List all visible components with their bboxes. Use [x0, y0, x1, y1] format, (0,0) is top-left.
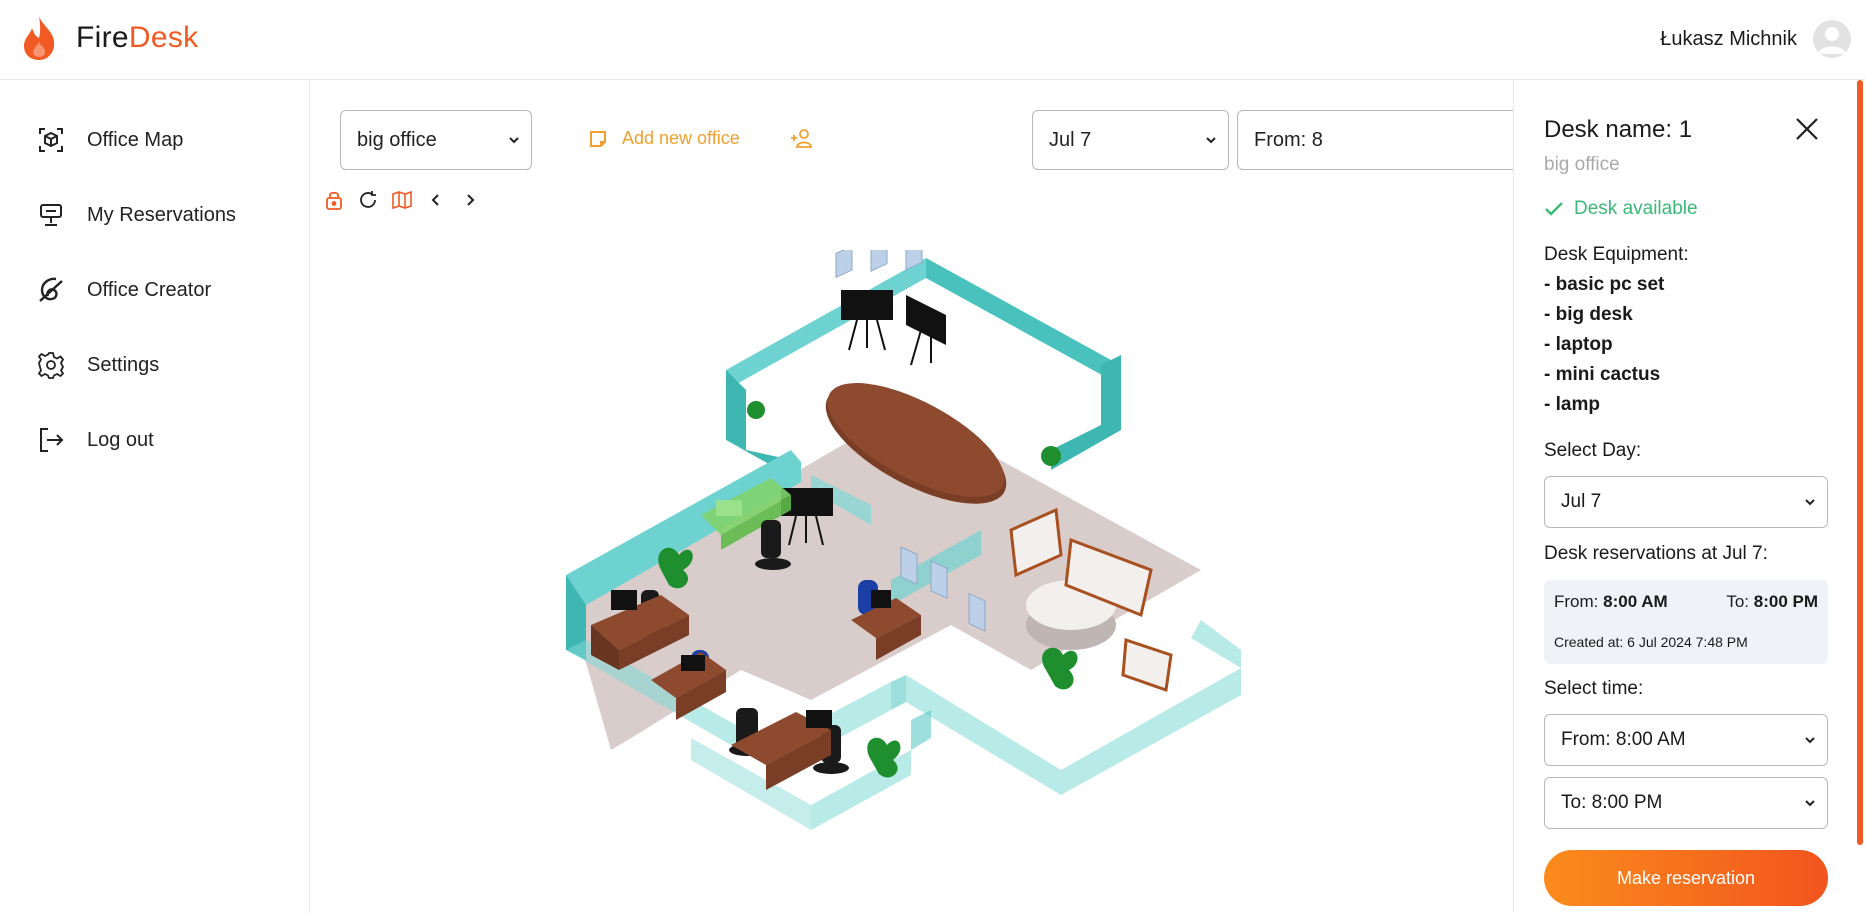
- desk-name-title: Desk name: 1: [1544, 116, 1693, 143]
- office-floor-plan[interactable]: [511, 250, 1271, 880]
- time-from-dropdown[interactable]: From: 8:00 AM: [1544, 714, 1828, 766]
- office-select[interactable]: big office: [340, 110, 532, 170]
- reservation-created: Created at: 6 Jul 2024 7:48 PM: [1554, 634, 1748, 650]
- desk-status: Desk available: [1544, 198, 1698, 220]
- sidebar-item-office-creator[interactable]: Office Creator: [36, 270, 211, 310]
- gear-icon: [36, 350, 66, 380]
- time-from-value: From: 8:00 AM: [1561, 729, 1686, 750]
- panel-scrollbar[interactable]: [1857, 80, 1863, 845]
- user-menu[interactable]: Łukasz Michnik: [1660, 20, 1851, 58]
- cube-icon: [36, 125, 66, 155]
- refresh-icon: [360, 191, 376, 208]
- logout-icon: [36, 425, 66, 455]
- sidebar-item-settings[interactable]: Settings: [36, 345, 159, 385]
- brand-name: FireDesk: [76, 21, 199, 54]
- reservations-label: Desk reservations at Jul 7:: [1544, 543, 1768, 564]
- previous-button[interactable]: [423, 187, 449, 213]
- make-reservation-button[interactable]: Make reservation: [1544, 850, 1828, 906]
- map-icon: [392, 191, 412, 209]
- add-office-label: Add new office: [622, 128, 740, 148]
- add-user-icon: [791, 129, 812, 148]
- sidebar-item-label: Settings: [87, 353, 160, 376]
- user-name: Łukasz Michnik: [1660, 27, 1797, 50]
- from-select-value: From: 8: [1254, 128, 1323, 151]
- avatar[interactable]: [1813, 20, 1851, 58]
- add-user-button[interactable]: [791, 126, 815, 155]
- time-to-dropdown[interactable]: To: 8:00 PM: [1544, 777, 1828, 829]
- creator-icon: [36, 275, 66, 305]
- reservation-from: From: 8:00 AM: [1554, 592, 1668, 611]
- flame-icon: [24, 16, 55, 60]
- desk-status-label: Desk available: [1574, 198, 1698, 219]
- select-day-label: Select Day:: [1544, 440, 1642, 461]
- chevron-down-icon: [1805, 499, 1815, 506]
- from-time-select[interactable]: From: 8: [1237, 110, 1513, 170]
- time-to-value: To: 8:00 PM: [1561, 792, 1663, 813]
- sidebar-item-my-reservations[interactable]: My Reservations: [36, 195, 236, 235]
- equipment-item: - laptop: [1544, 334, 1613, 355]
- user-avatar-icon: [1818, 27, 1846, 54]
- add-office-icon: [590, 130, 606, 147]
- check-icon: [1545, 202, 1563, 216]
- desk-icon: [36, 200, 66, 230]
- chevron-down-icon: [1805, 800, 1815, 807]
- sidebar-item-label: Office Creator: [87, 278, 212, 301]
- office-select-value: big office: [357, 128, 437, 151]
- date-select-value: Jul 7: [1049, 128, 1092, 151]
- sidebar-item-label: Office Map: [87, 128, 184, 151]
- refresh-button[interactable]: [355, 187, 381, 213]
- sidebar-item-label: My Reservations: [87, 203, 236, 226]
- equipment-item: - lamp: [1544, 394, 1600, 415]
- chevron-right-icon: [467, 194, 475, 206]
- close-button[interactable]: [1792, 114, 1822, 144]
- select-time-label: Select time:: [1544, 678, 1644, 699]
- chevron-down-icon: [1805, 737, 1815, 744]
- sidebar: Office Map My Reservations Office Creato…: [0, 80, 310, 913]
- select-day-value: Jul 7: [1561, 491, 1602, 512]
- app-header: FireDesk Łukasz Michnik: [0, 0, 1865, 80]
- equipment-item: - mini cactus: [1544, 364, 1661, 385]
- sidebar-item-label: Log out: [87, 428, 154, 451]
- add-new-office-button[interactable]: Add new office: [588, 128, 740, 149]
- lock-icon: [326, 191, 342, 210]
- chevron-down-icon: [1206, 137, 1216, 144]
- office-name: big office: [1544, 154, 1620, 175]
- map-view-button[interactable]: [389, 187, 415, 213]
- office-map-area: big office Add new office Jul 7 From: 8: [311, 80, 1513, 913]
- sidebar-item-office-map[interactable]: Office Map: [36, 120, 183, 160]
- desk-details-panel: Desk name: 1 big office Desk available D…: [1513, 80, 1865, 913]
- brand-logo[interactable]: FireDesk: [20, 14, 198, 62]
- chevron-left-icon: [431, 194, 439, 206]
- reservation-to: To: 8:00 PM: [1726, 592, 1818, 611]
- select-day-dropdown[interactable]: Jul 7: [1544, 476, 1828, 528]
- chevron-down-icon: [509, 137, 519, 144]
- equipment-item: - basic pc set: [1544, 274, 1665, 295]
- sidebar-item-log-out[interactable]: Log out: [36, 420, 154, 460]
- lock-button[interactable]: [321, 187, 347, 213]
- date-select[interactable]: Jul 7: [1032, 110, 1229, 170]
- equipment-item: - big desk: [1544, 304, 1633, 325]
- equipment-title: Desk Equipment:: [1544, 244, 1689, 265]
- close-icon: [1796, 118, 1818, 140]
- reservation-card: From: 8:00 AM To: 8:00 PM Created at: 6 …: [1544, 580, 1828, 664]
- next-button[interactable]: [457, 187, 483, 213]
